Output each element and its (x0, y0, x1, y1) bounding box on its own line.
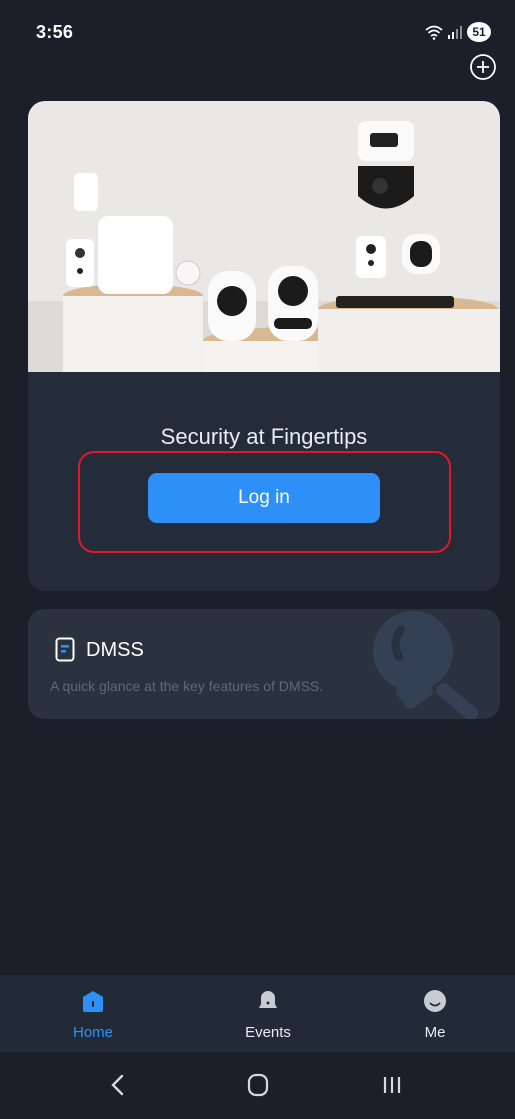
feature-title: DMSS (86, 639, 144, 661)
hero-tagline: Security at Fingertips (160, 424, 368, 449)
status-icons: 51 (425, 22, 491, 42)
hero-card: Security at Fingertips Log in (28, 101, 500, 591)
document-icon (55, 637, 75, 662)
status-bar: 3:56 51 (0, 0, 515, 54)
nav-label-home: Home (72, 1024, 113, 1041)
home-button-icon[interactable] (238, 1070, 278, 1100)
feature-description: A quick glance at the key features of DM… (50, 678, 324, 694)
recent-apps-icon[interactable] (372, 1070, 412, 1100)
home-icon (83, 991, 103, 1012)
nav-label-me: Me (424, 1024, 446, 1041)
security-devices-image (28, 101, 500, 372)
signal-icon (448, 26, 462, 39)
wifi-icon (425, 25, 443, 40)
bottom-navigation: Home Events Me (0, 975, 515, 1052)
bell-icon (259, 991, 277, 1008)
system-navigation-bar (0, 1052, 515, 1119)
nav-item-me[interactable]: Me (375, 975, 495, 1052)
status-time: 3:56 (36, 22, 74, 42)
avatar-icon (424, 990, 446, 1012)
nav-label-events: Events (245, 1024, 291, 1041)
dmss-feature-card[interactable]: DMSS A quick glance at the key features … (28, 609, 500, 719)
nav-item-home[interactable]: Home (33, 975, 153, 1052)
battery-indicator: 51 (467, 22, 491, 42)
back-icon[interactable] (98, 1070, 138, 1100)
nav-item-events[interactable]: Events (208, 975, 328, 1052)
login-button[interactable]: Log in (148, 473, 380, 523)
lightbulb-icon (373, 611, 479, 719)
add-device-button[interactable] (469, 53, 497, 81)
